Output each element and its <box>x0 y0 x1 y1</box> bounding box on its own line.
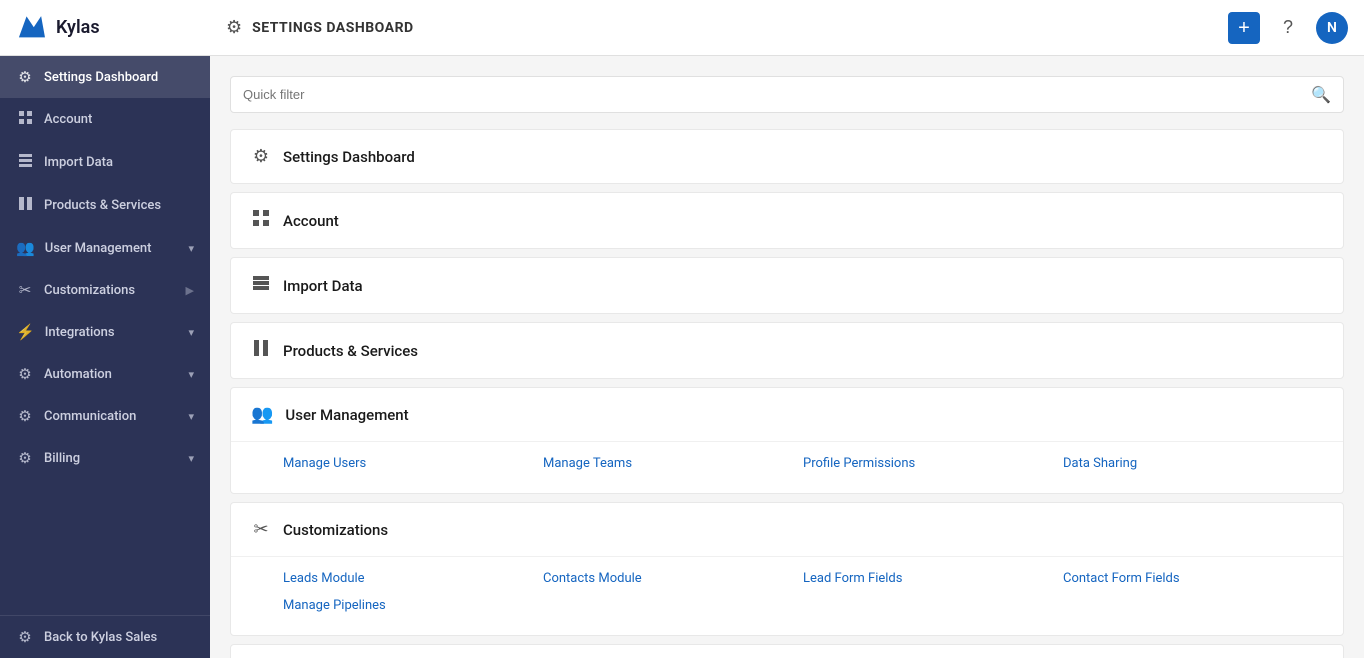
sub-item-data-sharing[interactable]: Data Sharing <box>1063 450 1323 477</box>
section-title-account: Account <box>283 212 339 230</box>
chevron-icon: ▾ <box>188 326 194 339</box>
section-header-account[interactable]: Account <box>231 193 1343 248</box>
customizations-sub-items: Leads Module Contacts Module Lead Form F… <box>231 557 1343 635</box>
sidebar-item-automation[interactable]: ⚙ Automation ▾ <box>0 353 210 395</box>
chevron-icon: ▾ <box>188 368 194 381</box>
section-title-products-services: Products & Services <box>283 342 418 360</box>
app-name: Kylas <box>56 17 100 38</box>
quick-filter-container: 🔍 <box>230 76 1344 113</box>
sidebar-item-user-management[interactable]: 👥 User Management ▾ <box>0 227 210 269</box>
sidebar-item-label: Products & Services <box>44 198 194 213</box>
sidebar: ⚙ Settings Dashboard Account Import Data… <box>0 56 210 658</box>
section-import-data: Import Data <box>230 257 1344 314</box>
user-management-sub-items: Manage Users Manage Teams Profile Permis… <box>231 442 1343 493</box>
sub-item-lead-form-fields[interactable]: Lead Form Fields <box>803 565 1063 592</box>
section-header-customizations[interactable]: ✂ Customizations <box>231 503 1343 557</box>
logo-area: Kylas <box>0 12 210 44</box>
quick-filter-input[interactable] <box>243 77 1311 112</box>
settings-dashboard-icon: ⚙ <box>16 68 34 86</box>
help-button[interactable]: ? <box>1272 12 1304 44</box>
sub-item-profile-permissions[interactable]: Profile Permissions <box>803 450 1063 477</box>
page-title-area: ⚙ SETTINGS DASHBOARD <box>210 17 1228 38</box>
kylas-logo-icon <box>16 12 48 44</box>
sidebar-item-label: Automation <box>44 367 178 382</box>
sidebar-item-label: Billing <box>44 451 178 466</box>
cursor-indicator: ▶ <box>186 284 194 297</box>
section-title-customizations: Customizations <box>283 521 388 539</box>
section-customizations: ✂ Customizations Leads Module Contacts M… <box>230 502 1344 636</box>
section-header-import-data[interactable]: Import Data <box>231 258 1343 313</box>
main-layout: ⚙ Settings Dashboard Account Import Data… <box>0 56 1364 658</box>
chevron-icon: ▾ <box>188 410 194 423</box>
integrations-icon: ⚡ <box>16 323 35 341</box>
sidebar-item-label: Settings Dashboard <box>44 70 194 85</box>
section-settings-dashboard: ⚙ Settings Dashboard <box>230 129 1344 184</box>
chevron-icon: ▾ <box>188 242 194 255</box>
section-user-management: 👥 User Management Manage Users Manage Te… <box>230 387 1344 494</box>
account-section-icon <box>251 209 271 232</box>
import-data-section-icon <box>251 274 271 297</box>
sidebar-item-label: Customizations <box>44 283 176 298</box>
sub-item-leads-module[interactable]: Leads Module <box>283 565 543 592</box>
automation-icon: ⚙ <box>16 365 34 383</box>
communication-icon: ⚙ <box>16 407 34 425</box>
sidebar-item-label: Back to Kylas Sales <box>44 630 194 645</box>
sidebar-item-label: Import Data <box>44 155 194 170</box>
add-button[interactable]: + <box>1228 12 1260 44</box>
customizations-section-icon: ✂ <box>251 519 271 540</box>
sidebar-item-label: Integrations <box>45 325 179 340</box>
sub-item-contacts-module[interactable]: Contacts Module <box>543 565 803 592</box>
sidebar-item-back-to-sales[interactable]: ⚙ Back to Kylas Sales <box>0 616 210 658</box>
sub-item-manage-teams[interactable]: Manage Teams <box>543 450 803 477</box>
page-title: SETTINGS DASHBOARD <box>252 20 414 36</box>
user-management-icon: 👥 <box>16 239 35 257</box>
section-title-settings-dashboard: Settings Dashboard <box>283 148 415 166</box>
content-area: 🔍 ⚙ Settings Dashboard Account <box>210 56 1364 658</box>
settings-icon: ⚙ <box>226 17 242 38</box>
sub-item-contact-form-fields[interactable]: Contact Form Fields <box>1063 565 1323 592</box>
sidebar-item-label: Account <box>44 112 194 127</box>
sidebar-item-customizations[interactable]: ✂ Customizations ▶ <box>0 269 210 311</box>
section-title-import-data: Import Data <box>283 277 363 295</box>
sidebar-item-account[interactable]: Account <box>0 98 210 141</box>
chevron-icon: ▾ <box>188 452 194 465</box>
sidebar-item-products-services[interactable]: Products & Services <box>0 184 210 227</box>
products-services-section-icon <box>251 339 271 362</box>
account-icon <box>16 110 34 129</box>
billing-icon: ⚙ <box>16 449 34 467</box>
sub-item-manage-users[interactable]: Manage Users <box>283 450 543 477</box>
sidebar-item-communication[interactable]: ⚙ Communication ▾ <box>0 395 210 437</box>
back-icon: ⚙ <box>16 628 34 646</box>
search-icon: 🔍 <box>1311 85 1331 104</box>
section-integrations: ⚡ Integrations <box>230 644 1344 658</box>
settings-dashboard-section-icon: ⚙ <box>251 146 271 167</box>
sidebar-item-label: User Management <box>45 241 179 256</box>
header-actions: + ? N <box>1228 12 1348 44</box>
avatar[interactable]: N <box>1316 12 1348 44</box>
section-header-user-management[interactable]: 👥 User Management <box>231 388 1343 442</box>
section-title-user-management: User Management <box>285 406 408 424</box>
sidebar-item-settings-dashboard[interactable]: ⚙ Settings Dashboard <box>0 56 210 98</box>
customizations-icon: ✂ <box>16 281 34 299</box>
user-management-section-icon: 👥 <box>251 404 273 425</box>
sidebar-bottom: ⚙ Back to Kylas Sales <box>0 615 210 658</box>
import-data-icon <box>16 153 34 172</box>
sidebar-item-import-data[interactable]: Import Data <box>0 141 210 184</box>
section-header-settings-dashboard[interactable]: ⚙ Settings Dashboard <box>231 130 1343 183</box>
section-header-products-services[interactable]: Products & Services <box>231 323 1343 378</box>
sidebar-item-integrations[interactable]: ⚡ Integrations ▾ <box>0 311 210 353</box>
sidebar-item-label: Communication <box>44 409 178 424</box>
section-header-integrations[interactable]: ⚡ Integrations <box>231 645 1343 658</box>
section-products-services: Products & Services <box>230 322 1344 379</box>
sub-item-manage-pipelines[interactable]: Manage Pipelines <box>283 592 543 619</box>
top-header: Kylas ⚙ SETTINGS DASHBOARD + ? N <box>0 0 1364 56</box>
sidebar-item-billing[interactable]: ⚙ Billing ▾ <box>0 437 210 479</box>
section-account: Account <box>230 192 1344 249</box>
products-services-icon <box>16 196 34 215</box>
